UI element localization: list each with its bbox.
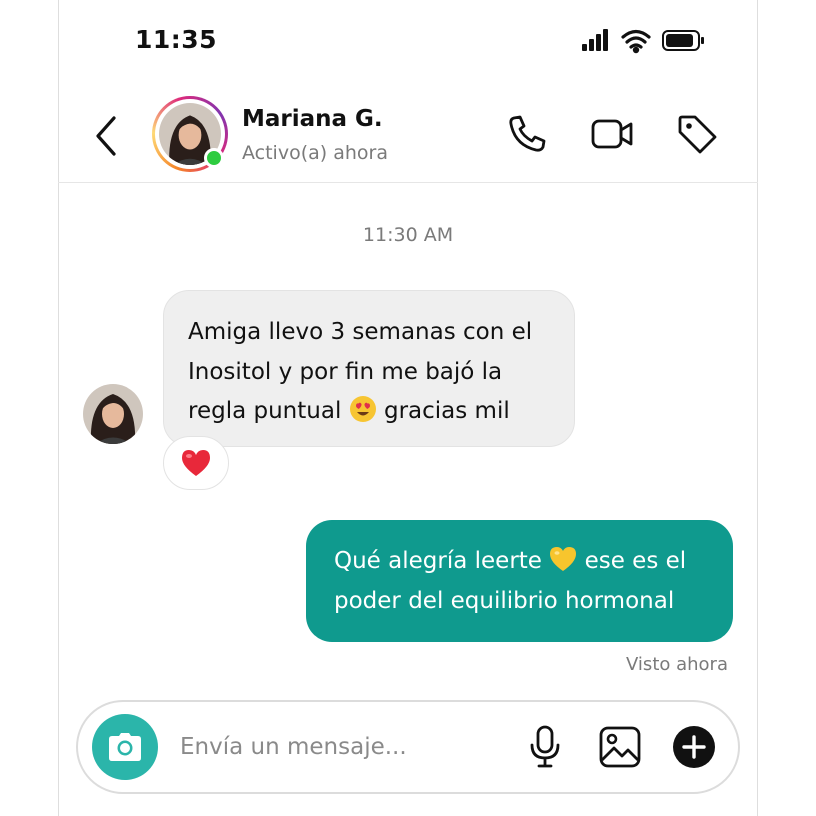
red-heart-emoji-icon [182, 450, 210, 476]
sender-avatar[interactable] [83, 384, 143, 444]
tag-icon[interactable] [675, 112, 719, 156]
online-status-dot [204, 148, 224, 168]
incoming-text-part: regla puntual [188, 398, 342, 424]
plus-icon[interactable] [671, 724, 717, 770]
outgoing-line-2: poder del equilibrio hormonal [334, 588, 675, 614]
outgoing-text-part: Qué alegría leerte [334, 548, 542, 574]
incoming-line-1: Amiga llevo 3 semanas con el [188, 319, 533, 345]
contact-status: Activo(a) ahora [242, 142, 388, 164]
camera-icon [109, 733, 141, 761]
microphone-icon[interactable] [522, 724, 568, 770]
incoming-line-3: regla puntual gracias mil [188, 392, 552, 432]
incoming-line-2: Inositol y por fin me bajó la [188, 358, 503, 385]
incoming-message-bubble[interactable]: Amiga llevo 3 semanas con el Inositol y … [163, 290, 575, 447]
status-icons [582, 29, 704, 54]
chat-timestamp: 11:30 AM [362, 224, 454, 246]
status-time: 11:35 [135, 25, 218, 54]
outgoing-line-1: Qué alegría leerte ese es el [334, 541, 713, 581]
wifi-icon [621, 29, 651, 54]
heart-eyes-emoji-icon [349, 396, 376, 422]
contact-name[interactable]: Mariana G. [242, 106, 383, 132]
battery-icon [662, 30, 704, 51]
gallery-icon[interactable] [597, 724, 643, 770]
video-icon[interactable] [590, 112, 634, 156]
message-reaction[interactable] [163, 436, 229, 490]
signal-icon [582, 29, 608, 51]
camera-button[interactable] [92, 714, 158, 780]
outgoing-message-bubble[interactable]: Qué alegría leerte ese es el poder del e… [306, 520, 733, 642]
header-divider [58, 182, 758, 183]
yellow-heart-emoji-icon [550, 547, 577, 571]
seen-status: Visto ahora [626, 654, 728, 675]
phone-icon[interactable] [505, 112, 549, 156]
back-icon[interactable] [88, 112, 128, 160]
incoming-text-part: gracias mil [383, 398, 510, 424]
outgoing-text-part: ese es el [584, 548, 687, 574]
message-input[interactable] [180, 722, 500, 772]
